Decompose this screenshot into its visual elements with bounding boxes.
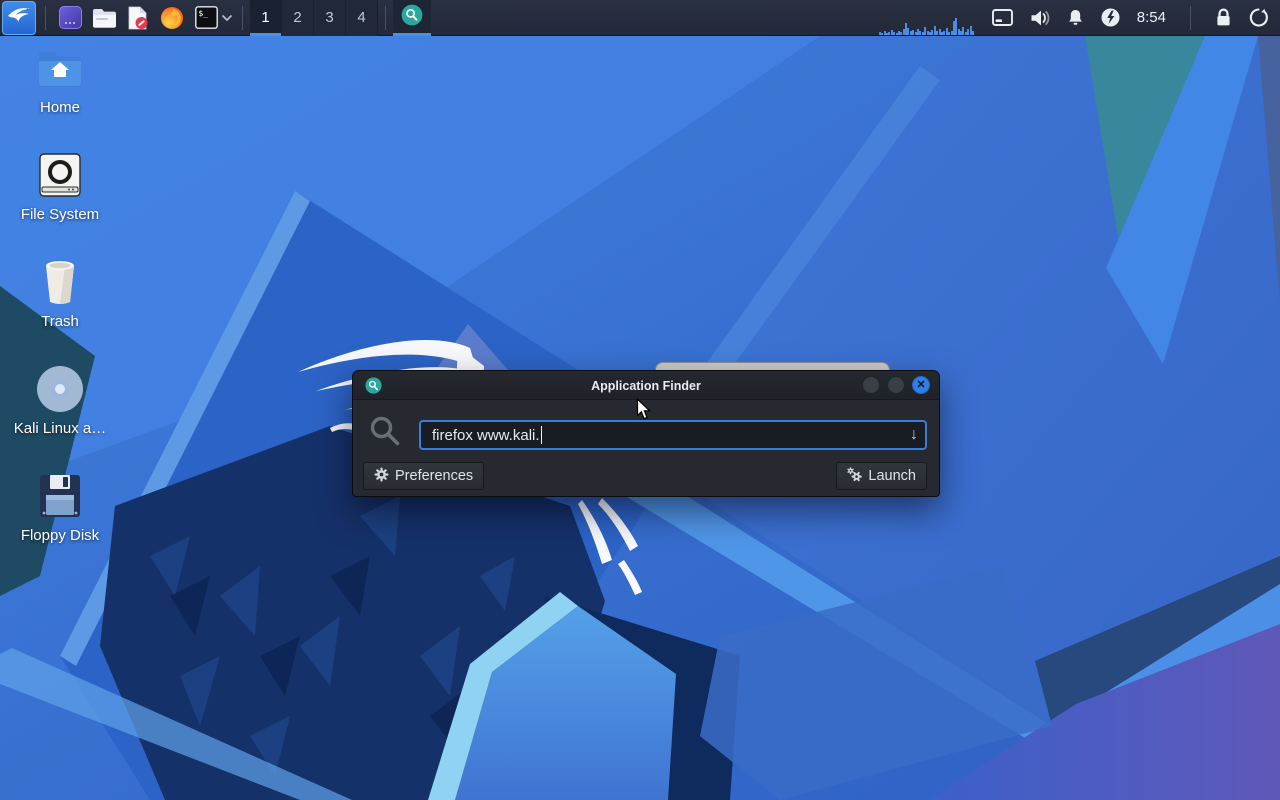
svg-text:$_: $_ xyxy=(198,9,208,18)
hard-drive-icon xyxy=(36,151,84,199)
desktop-icon-label: Home xyxy=(39,99,80,116)
finder-button-row: Preferences Launch xyxy=(363,462,927,490)
application-finder-window: Application Finder ✕ firefox www.kali. ↓… xyxy=(352,370,940,497)
cpu-graph[interactable] xyxy=(878,5,975,35)
search-input-value: firefox www.kali. xyxy=(432,426,540,444)
launcher-terminal[interactable]: $_ xyxy=(192,1,220,35)
panel-separator xyxy=(1190,5,1191,30)
preferences-button-label: Preferences xyxy=(395,468,474,484)
launch-button[interactable]: Launch xyxy=(836,462,927,490)
applications-menu-button[interactable] xyxy=(2,0,36,35)
desktop-icon-column: Home File System Trash Kali Linux a… Flo… xyxy=(12,44,108,565)
desktop-icon-home[interactable]: Home xyxy=(12,44,108,137)
desktop-icon-floppy[interactable]: Floppy Disk xyxy=(12,472,108,565)
desktop: Home File System Trash Kali Linux a… Flo… xyxy=(0,36,1280,800)
workspace-3[interactable]: 3 xyxy=(314,0,346,36)
mouse-cursor xyxy=(636,397,653,426)
clock[interactable]: 8:54 xyxy=(1137,9,1166,26)
power-manager-icon[interactable] xyxy=(1101,8,1120,27)
terminal-dropdown-chevron-icon[interactable] xyxy=(221,10,233,25)
workspace-4[interactable]: 4 xyxy=(346,0,378,36)
finder-titlebar[interactable]: Application Finder ✕ xyxy=(353,371,939,400)
search-input[interactable]: firefox www.kali. ↓ xyxy=(419,420,927,450)
maximize-button[interactable] xyxy=(887,376,905,394)
panel-left-group: $_ 1 2 3 4 xyxy=(0,0,431,36)
desktop-icon-label: Floppy Disk xyxy=(20,527,100,544)
workspace-1[interactable]: 1 xyxy=(250,0,282,36)
preferences-button[interactable]: Preferences xyxy=(363,462,485,490)
gear-icon xyxy=(374,467,389,486)
bell-icon[interactable] xyxy=(1067,9,1084,27)
taskbar-application-finder-button[interactable] xyxy=(393,0,431,36)
close-button[interactable]: ✕ xyxy=(912,376,930,394)
panel-separator xyxy=(385,5,386,30)
application-finder-icon xyxy=(401,4,423,31)
logout-icon[interactable] xyxy=(1249,8,1268,27)
window-controls: ✕ xyxy=(862,376,930,394)
minimize-button[interactable] xyxy=(862,376,880,394)
launcher-file-manager[interactable] xyxy=(90,1,118,35)
desktop-icon-trash[interactable]: Trash xyxy=(12,258,108,351)
search-icon xyxy=(369,415,402,453)
run-gears-icon xyxy=(847,466,863,486)
desktop-icon-file-system[interactable]: File System xyxy=(12,151,108,244)
workspace-2[interactable]: 2 xyxy=(282,0,314,36)
home-folder-icon xyxy=(36,44,84,92)
panel-tray-group: 8:54 xyxy=(878,0,1280,35)
top-panel: $_ 1 2 3 4 8:54 xyxy=(0,0,1280,36)
launcher-text-editor[interactable] xyxy=(124,1,152,35)
lock-icon[interactable] xyxy=(1215,8,1232,27)
desktop-icon-label: File System xyxy=(20,206,100,223)
panel-separator xyxy=(45,5,46,30)
desktop-icon-label: Kali Linux a… xyxy=(13,420,107,437)
text-caret xyxy=(540,426,542,444)
launch-button-label: Launch xyxy=(868,468,916,484)
trash-bin-icon xyxy=(36,258,84,306)
volume-icon[interactable] xyxy=(1030,9,1050,27)
optical-disc-icon xyxy=(36,365,84,413)
desktop-icon-label: Trash xyxy=(41,313,79,330)
floppy-disk-icon xyxy=(36,472,84,520)
launcher-purple-app[interactable] xyxy=(56,1,84,35)
dropdown-arrow-icon[interactable]: ↓ xyxy=(910,426,918,444)
desktop-icon-kali-cd[interactable]: Kali Linux a… xyxy=(12,365,108,458)
finder-window-title: Application Finder xyxy=(591,378,701,393)
launcher-firefox[interactable] xyxy=(158,1,186,35)
display-icon[interactable] xyxy=(991,9,1013,26)
panel-separator xyxy=(242,5,243,30)
kali-dragon-icon xyxy=(6,3,32,32)
